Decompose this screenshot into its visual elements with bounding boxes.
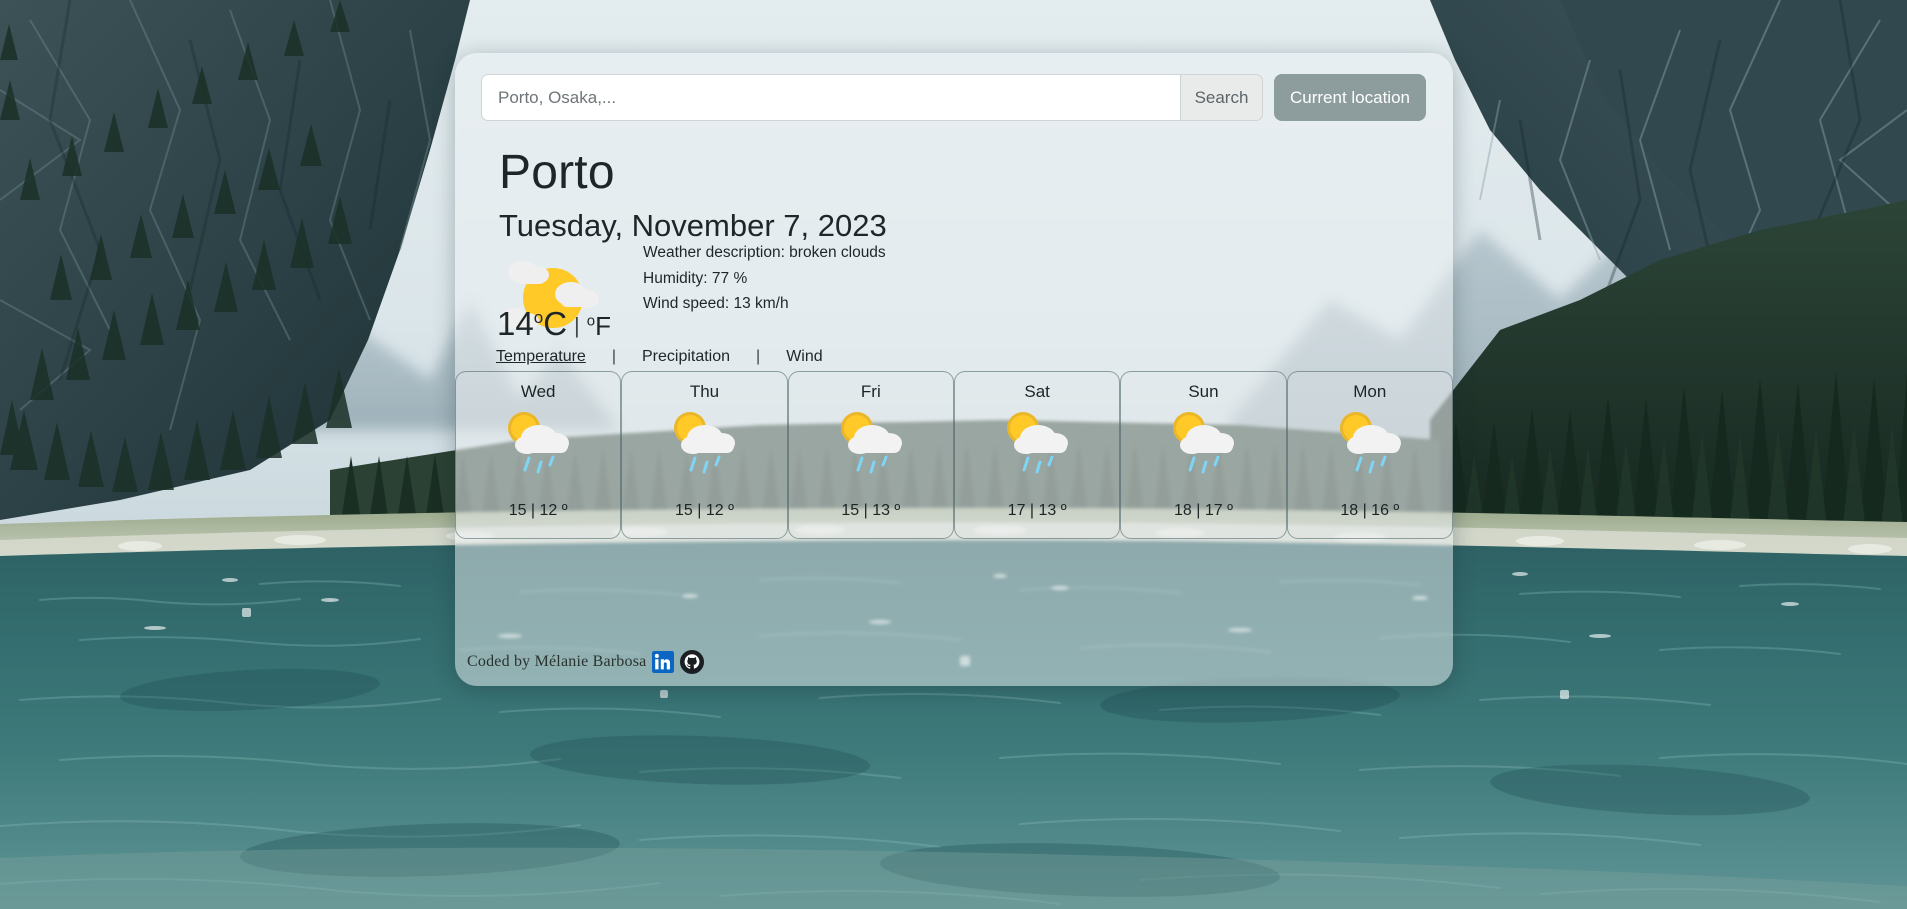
forecast-day-label: Wed [520,382,556,401]
weather-app-panel: Search Current location Porto Tuesday, N… [455,53,1453,686]
forecast-temperatures: 17 | 13 º [1007,502,1067,519]
degree-symbol-c: o [533,308,544,327]
wind-speed-line: Wind speed: 13 km/h [643,295,789,312]
forecast-day-label: Thu [689,382,720,401]
temperature-value: 14 [497,305,534,342]
unit-separator: | [574,313,580,338]
sun-cloud-rain-icon [1339,412,1401,474]
tab-wind[interactable]: Wind [786,348,822,366]
forecast-day-label: Mon [1353,382,1387,401]
forecast-temperatures: 15 | 12 º [675,502,734,519]
github-icon[interactable] [680,650,705,674]
forecast-card[interactable]: Fri 15 | 13 º [787,371,954,539]
forecast-day-label: Sat [1024,382,1050,401]
sun-cloud-rain-icon [674,412,736,474]
tab-separator-2: | [756,348,761,365]
forecast-card[interactable]: Sat 17 | 13 º [953,371,1121,539]
current-date: Tuesday, November 7, 2023 [499,208,887,243]
weather-description-line: Weather description: broken clouds [643,244,886,261]
celsius-unit[interactable]: oC [534,305,567,343]
sun-cloud-rain-icon [1173,412,1235,474]
current-location-button[interactable]: Current location [1274,74,1426,121]
unit-letter-c: C [543,305,568,342]
search-input[interactable] [481,74,1180,121]
forecast-card[interactable]: Sun 18 | 17 º [1120,371,1287,539]
degree-symbol-f: o [586,312,596,330]
tab-separator-1: | [611,348,616,365]
tab-temperature[interactable]: Temperature [496,348,586,366]
sun-cloud-rain-icon [840,412,902,474]
sun-cloud-rain-icon [1007,412,1069,474]
linkedin-icon[interactable] [652,651,675,673]
footer: Coded by Mélanie Barbosa [467,648,705,676]
forecast-day-label: Sun [1188,382,1219,401]
search-form: Search Current location [481,74,1426,121]
city-name: Porto [499,146,615,199]
forecast-temperatures: 18 | 16 º [1340,502,1400,519]
forecast-temperatures: 18 | 17 º [1174,502,1233,519]
tab-precipitation[interactable]: Precipitation [642,348,730,366]
author-credit: Coded by Mélanie Barbosa [467,653,647,670]
humidity-line: Humidity: 77 % [643,269,748,287]
unit-letter-f: F [595,311,611,341]
metric-tabs: Temperature | Precipitation | Wind [496,348,823,366]
forecast-card[interactable]: Wed 15 | 12 º [455,371,622,539]
current-weather-details: Weather description: broken clouds Humid… [643,240,886,317]
forecast-card[interactable]: Thu 15 | 12 º [621,371,788,539]
forecast-temperatures: 15 | 12 º [508,502,568,519]
sun-cloud-rain-icon [508,412,570,474]
forecast-temperatures: 15 | 13 º [841,502,901,519]
fahrenheit-unit[interactable]: oF [587,311,611,342]
forecast-day-label: Fri [860,382,881,401]
forecast-strip: Wed 15 | 12 º Thu 15 | 12 º Fri 15 | 13 º Sat 1… [455,371,1453,539]
current-temperature: 14 oC | oF [497,305,611,343]
search-button[interactable]: Search [1180,74,1263,121]
forecast-card[interactable]: Mon 18 | 16 º [1286,371,1453,539]
